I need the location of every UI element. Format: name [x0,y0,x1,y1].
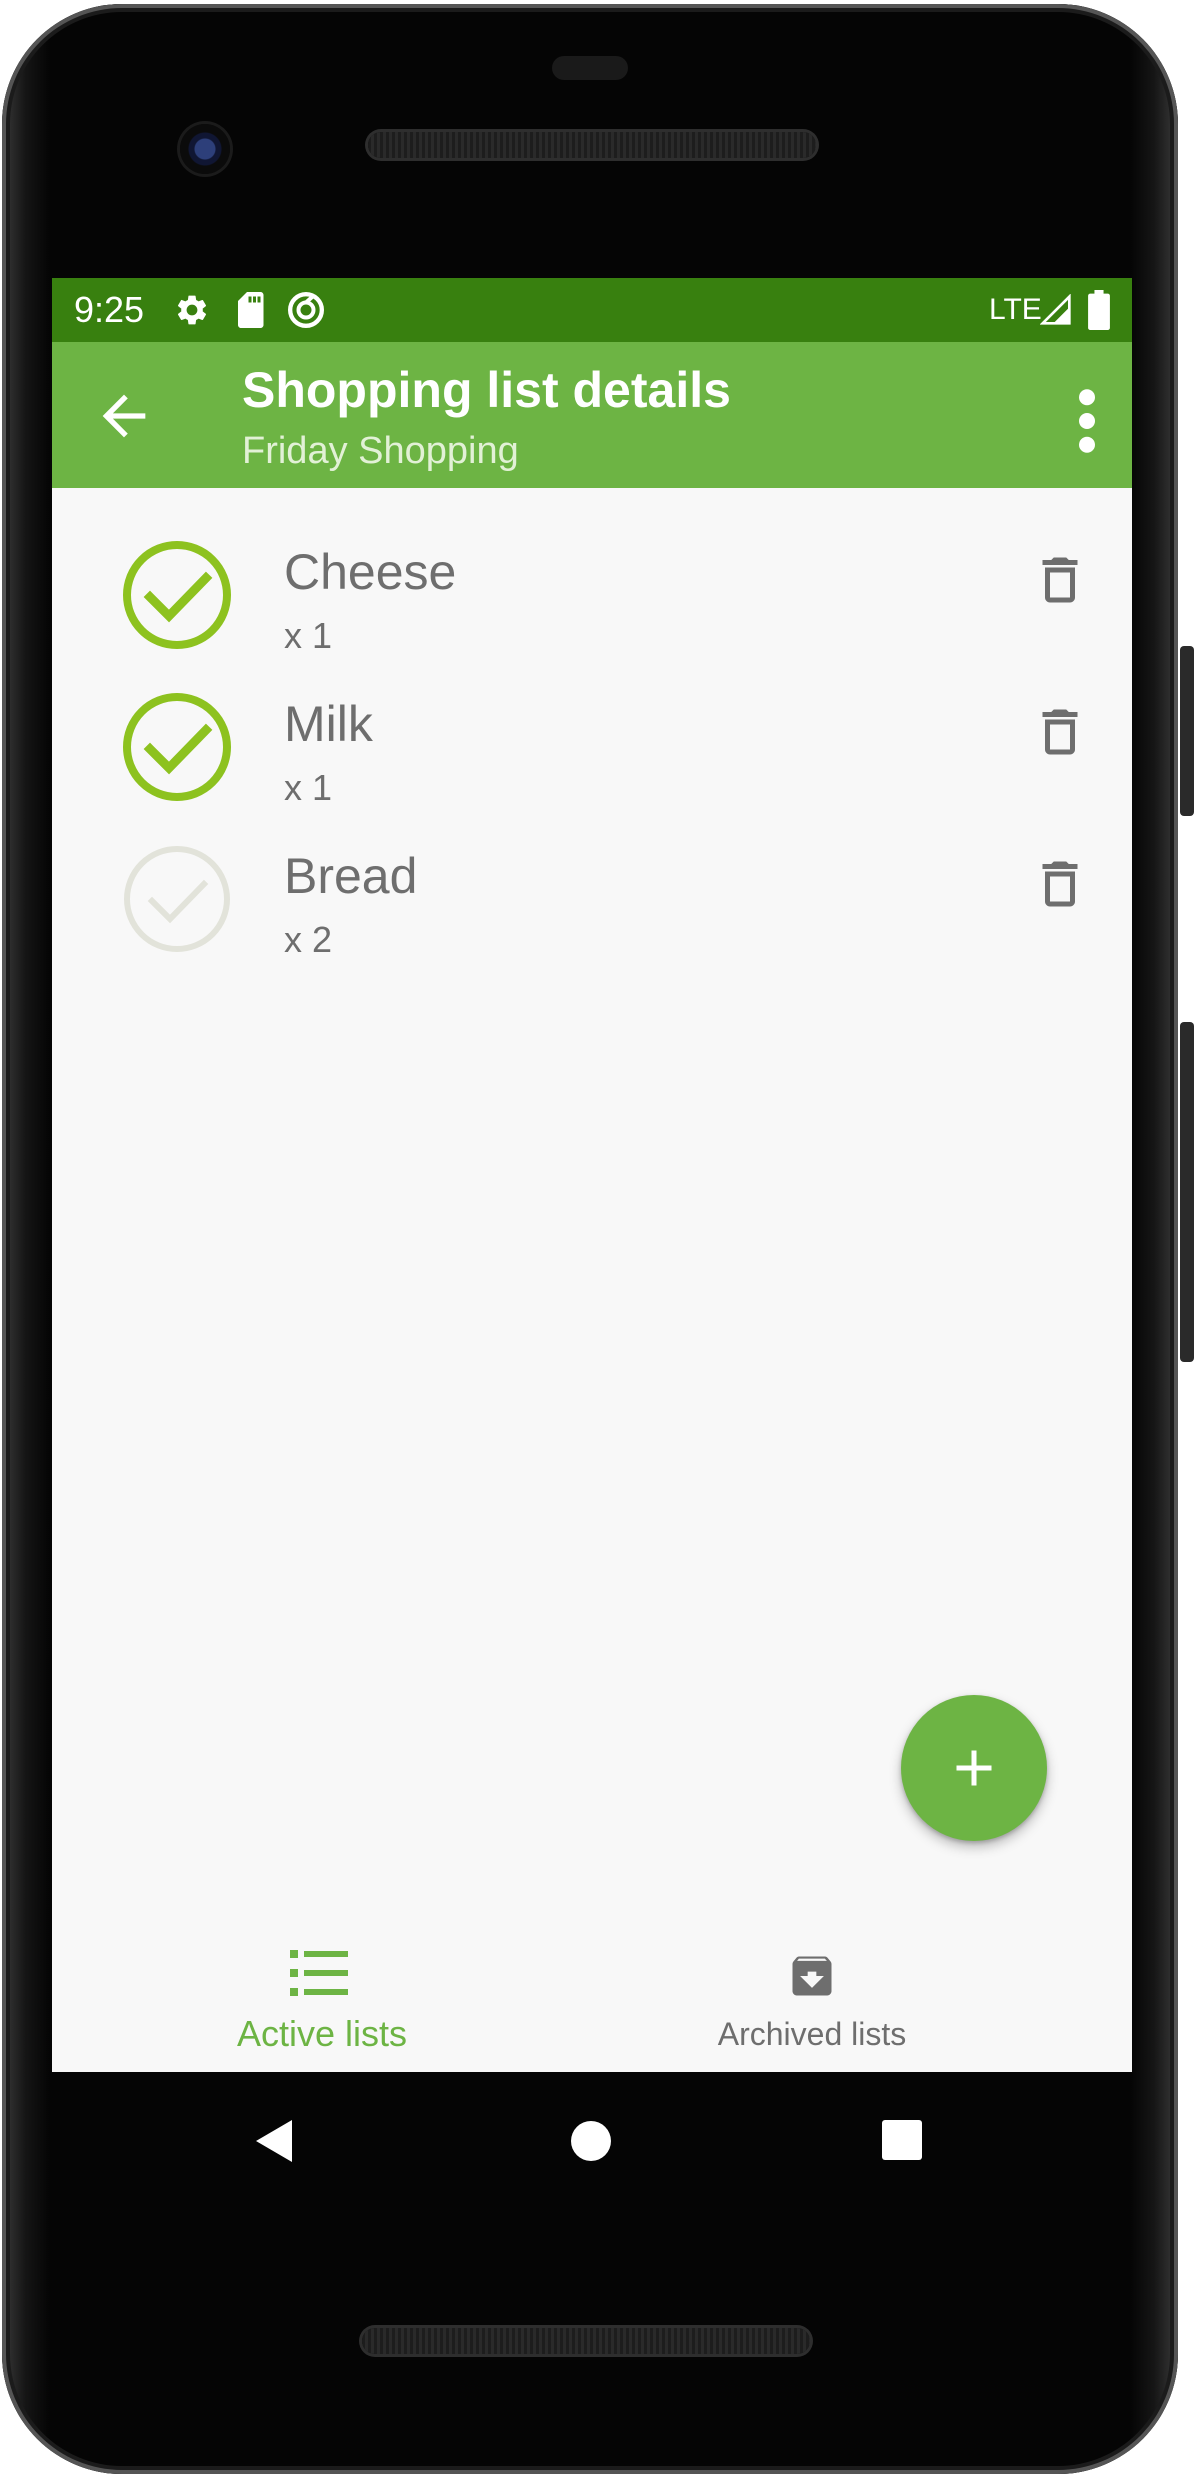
settings-icon [177,295,207,325]
item-name: Milk [284,696,373,752]
list-item: Milk x 1 [52,642,1132,808]
volume-button [1180,1022,1194,1362]
recents-icon[interactable] [882,2120,922,2160]
status-time: 9:25 [74,289,145,330]
app-bar: Shopping list details Friday Shopping [52,342,1132,488]
list-item: Bread x 2 [52,794,1132,960]
item-name: Cheese [284,544,457,600]
home-icon[interactable] [570,2120,612,2162]
network-type: LTE [989,293,1042,326]
status-bar: 9:25 LTE [52,278,1132,342]
delete-icon[interactable] [1030,702,1090,762]
checked-circle-icon[interactable] [122,692,232,802]
battery-icon [1088,290,1110,330]
system-navigation-bar [200,2100,980,2180]
power-button [1180,646,1194,816]
page-title: Shopping list details [242,362,731,418]
app-screen: 9:25 LTE Shopping list details Friday Sh… [52,278,1132,2072]
back-icon[interactable] [254,2118,294,2164]
archive-icon [792,1956,832,1996]
add-icon [956,1750,992,1786]
delete-icon[interactable] [1030,854,1090,914]
unchecked-circle-icon[interactable] [122,844,232,954]
page-subtitle: Friday Shopping [242,430,519,472]
arrow-back-icon[interactable] [92,384,156,448]
phone-device: 9:25 LTE Shopping list details Friday Sh… [0,0,1194,2480]
nav-archived-lists[interactable]: Archived lists [592,1912,1132,2072]
delete-icon[interactable] [1030,550,1090,610]
signal-icon [1040,294,1071,325]
bottom-speaker-grille [362,2328,810,2354]
more-vert-icon[interactable] [1062,386,1112,456]
add-item-button[interactable] [901,1695,1047,1841]
front-sensor [552,56,628,80]
sync-icon [288,292,324,328]
checked-circle-icon[interactable] [122,540,232,650]
item-name: Bread [284,848,418,904]
item-quantity: x 2 [284,919,333,960]
bottom-navigation: Active lists Archived lists [52,1912,1132,2072]
sd-card-icon [238,292,264,328]
list-item: Cheese x 1 [52,490,1132,656]
front-camera [180,124,230,174]
top-speaker-grille [368,132,816,158]
nav-label: Archived lists [717,2016,907,2052]
list-icon [290,1950,348,1996]
